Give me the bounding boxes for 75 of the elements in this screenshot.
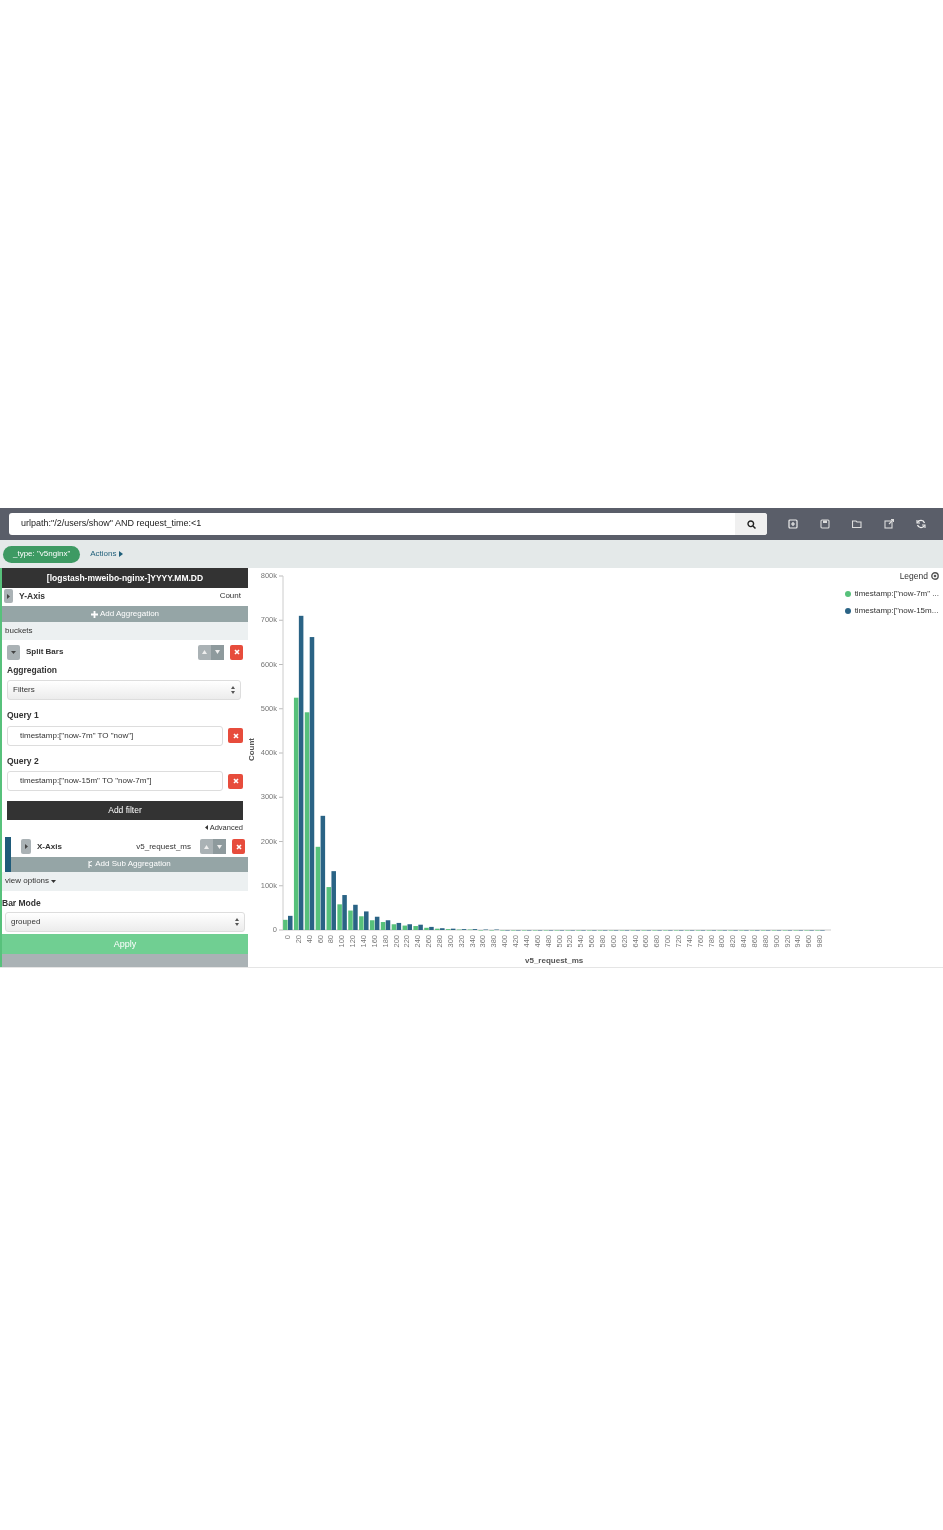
- remove-button[interactable]: [232, 839, 245, 854]
- aggregation-select[interactable]: Filters: [7, 679, 241, 700]
- share-button[interactable]: [883, 518, 894, 530]
- y-tick: [278, 885, 284, 887]
- agg-title: Split Bars: [26, 646, 65, 658]
- axis-title: v5_request_ms: [525, 957, 584, 965]
- agg-title: X-Axis: [37, 840, 63, 853]
- y-tick: [278, 708, 284, 710]
- bar-mode-select[interactable]: grouped: [5, 912, 245, 933]
- caret-right-icon: [23, 844, 29, 849]
- filter-pill[interactable]: _type: "v5nginx": [3, 545, 81, 563]
- close-icon: [233, 649, 240, 655]
- sort-arrows-icon: [231, 685, 235, 694]
- y-tick: [278, 841, 284, 842]
- save-icon: [819, 519, 830, 529]
- refresh-icon: [915, 519, 926, 529]
- add-filter-button[interactable]: Add filter: [7, 801, 243, 821]
- save-button[interactable]: [819, 518, 830, 530]
- caret-left-icon: [204, 825, 208, 831]
- circle-icon: [931, 572, 939, 581]
- caret-right-icon: [6, 593, 11, 599]
- caret-up-icon: [204, 844, 209, 849]
- caret-down-icon: [217, 844, 222, 849]
- remove-button[interactable]: [230, 644, 243, 660]
- agg-value: v5_request_ms: [136, 840, 191, 853]
- axis-title: Count: [248, 738, 256, 762]
- search-field[interactable]: urlpath:"/2/users/show" AND request_time:<1: [9, 513, 767, 535]
- legend-toggle[interactable]: Legend: [899, 570, 939, 583]
- sort-arrows-icon: [235, 918, 239, 927]
- y-tick: [278, 796, 284, 798]
- move-down-button[interactable]: [213, 839, 226, 854]
- move-down-button[interactable]: [211, 644, 224, 660]
- folder-button[interactable]: [851, 518, 862, 530]
- new-button[interactable]: [787, 518, 798, 530]
- field-label: Aggregation: [7, 664, 59, 677]
- caret-right-icon: [118, 551, 123, 557]
- caret-up-icon: [202, 650, 207, 654]
- new-icon: [787, 519, 798, 529]
- folder-icon: [851, 519, 862, 529]
- query-field[interactable]: timestamp:["now-15m" TO "now-7m"]: [7, 771, 223, 792]
- close-icon: [232, 778, 239, 785]
- toggle-button[interactable]: [4, 589, 13, 603]
- query-field[interactable]: timestamp:["now-7m" TO "now"]: [7, 725, 223, 746]
- remove-button[interactable]: [228, 773, 243, 789]
- close-icon: [232, 732, 239, 739]
- toggle-button[interactable]: [7, 644, 20, 660]
- y-tick: [278, 575, 284, 577]
- legend-item[interactable]: timestamp:["now-15m...: [844, 604, 939, 617]
- remove-button[interactable]: [228, 728, 243, 743]
- field-label: Query 2: [7, 754, 40, 768]
- share-icon: [883, 519, 894, 529]
- legend-item[interactable]: timestamp:["now-7m" ...: [844, 587, 939, 600]
- field-label: Bar Mode: [2, 896, 42, 910]
- query-text: urlpath:"/2/users/show" AND request_time:<1: [20, 517, 202, 531]
- agg-value: Count: [219, 590, 242, 602]
- toggle-button[interactable]: [21, 839, 31, 854]
- view-options-toggle[interactable]: view options: [2, 871, 248, 891]
- agg-title: Y-Axis: [19, 589, 46, 603]
- y-tick: [278, 752, 284, 754]
- actions-link[interactable]: Actions: [90, 548, 123, 560]
- y-tick: [278, 929, 284, 931]
- search-button[interactable]: [735, 513, 767, 535]
- refresh-button[interactable]: [915, 518, 926, 530]
- caret-down-icon: [215, 650, 220, 654]
- y-tick: [278, 664, 284, 665]
- caret-down-icon: [51, 879, 57, 883]
- y-tick: [278, 619, 284, 621]
- caret-down-icon: [11, 649, 16, 655]
- field-label: Query 1: [7, 708, 40, 722]
- close-icon: [235, 843, 242, 850]
- search-icon: [746, 519, 756, 529]
- plus-icon: [90, 610, 98, 618]
- branch-icon: [88, 860, 94, 868]
- section-label: buckets: [2, 622, 248, 640]
- index-pattern-title: [logstash-mweibo-nginx-]YYYY.MM.DD: [2, 568, 248, 588]
